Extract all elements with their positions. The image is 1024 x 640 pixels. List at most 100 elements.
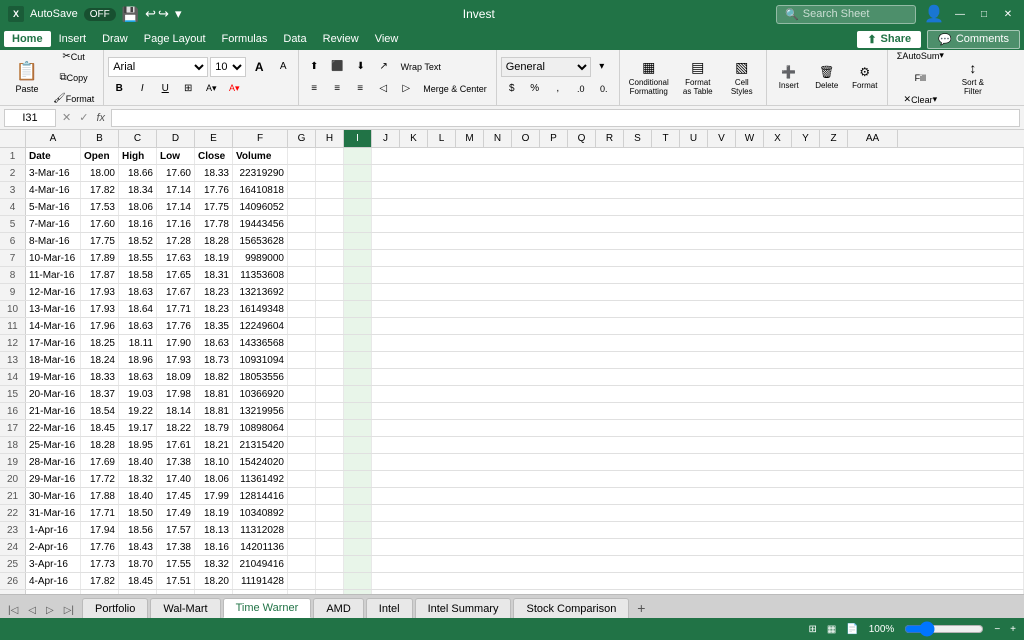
cell-F26[interactable]: 11191428 <box>233 573 288 589</box>
cell-F9[interactable]: 13213692 <box>233 284 288 300</box>
cell-B7[interactable]: 17.89 <box>81 250 119 266</box>
insert-btn[interactable]: ➕ Insert <box>771 56 807 100</box>
cell-I13[interactable] <box>344 352 372 368</box>
zoom-out-btn[interactable]: − <box>994 624 1000 635</box>
cell-G2[interactable] <box>288 165 316 181</box>
col-header-J[interactable]: J <box>372 130 400 147</box>
cell-B8[interactable]: 17.87 <box>81 267 119 283</box>
cell-F13[interactable]: 10931094 <box>233 352 288 368</box>
cell-C6[interactable]: 18.52 <box>119 233 157 249</box>
cell-B25[interactable]: 17.73 <box>81 556 119 572</box>
cell-B26[interactable]: 17.82 <box>81 573 119 589</box>
cell-E11[interactable]: 18.35 <box>195 318 233 334</box>
cell-I15[interactable] <box>344 386 372 402</box>
first-sheet-btn[interactable]: |◁ <box>4 603 22 618</box>
cell-F20[interactable]: 11361492 <box>233 471 288 487</box>
cell-A6[interactable]: 8-Mar-16 <box>26 233 81 249</box>
cell-G10[interactable] <box>288 301 316 317</box>
cell-C13[interactable]: 18.96 <box>119 352 157 368</box>
menu-formulas[interactable]: Formulas <box>214 31 276 47</box>
cell-B1[interactable]: Open <box>81 148 119 164</box>
cell-E8[interactable]: 18.31 <box>195 267 233 283</box>
cell-G21[interactable] <box>288 488 316 504</box>
bold-btn[interactable]: B <box>108 79 130 99</box>
redo-btn[interactable]: ↪ <box>158 6 169 22</box>
cell-A4[interactable]: 5-Mar-16 <box>26 199 81 215</box>
share-button[interactable]: ⬆ Share <box>857 31 921 48</box>
cell-H4[interactable] <box>316 199 344 215</box>
cell-H15[interactable] <box>316 386 344 402</box>
cell-D9[interactable]: 17.67 <box>157 284 195 300</box>
menu-insert[interactable]: Insert <box>51 31 95 47</box>
merge-center-btn[interactable]: Merge & Center <box>418 79 492 99</box>
cell-H9[interactable] <box>316 284 344 300</box>
cell-H7[interactable] <box>316 250 344 266</box>
cell-F24[interactable]: 14201136 <box>233 539 288 555</box>
next-sheet-btn[interactable]: ▷ <box>42 603 58 618</box>
col-header-D[interactable]: D <box>157 130 195 147</box>
col-header-E[interactable]: E <box>195 130 233 147</box>
cell-E20[interactable]: 18.06 <box>195 471 233 487</box>
cell-E17[interactable]: 18.79 <box>195 420 233 436</box>
cell-A5[interactable]: 7-Mar-16 <box>26 216 81 232</box>
cell-H3[interactable] <box>316 182 344 198</box>
fill-color-btn[interactable]: A▾ <box>200 79 222 99</box>
cell-B19[interactable]: 17.69 <box>81 454 119 470</box>
zoom-in-btn[interactable]: + <box>1010 624 1016 635</box>
cell-H22[interactable] <box>316 505 344 521</box>
cell-D10[interactable]: 17.71 <box>157 301 195 317</box>
decrease-decimal-btn[interactable]: 0. <box>593 79 615 99</box>
cell-G9[interactable] <box>288 284 316 300</box>
cell-H23[interactable] <box>316 522 344 538</box>
cell-C1[interactable]: High <box>119 148 157 164</box>
tab-time-warner[interactable]: Time Warner <box>223 598 312 618</box>
col-header-W[interactable]: W <box>736 130 764 147</box>
cell-E9[interactable]: 18.23 <box>195 284 233 300</box>
cell-C3[interactable]: 18.34 <box>119 182 157 198</box>
cell-A2[interactable]: 3-Mar-16 <box>26 165 81 181</box>
cell-C20[interactable]: 18.32 <box>119 471 157 487</box>
align-left-btn[interactable]: ≡ <box>303 79 325 99</box>
cell-E16[interactable]: 18.81 <box>195 403 233 419</box>
cell-B12[interactable]: 18.25 <box>81 335 119 351</box>
cell-H18[interactable] <box>316 437 344 453</box>
cell-D2[interactable]: 17.60 <box>157 165 195 181</box>
cell-A3[interactable]: 4-Mar-16 <box>26 182 81 198</box>
cell-styles-btn[interactable]: ▧ Cell Styles <box>722 56 762 100</box>
col-header-AA[interactable]: AA <box>848 130 898 147</box>
cell-F19[interactable]: 15424020 <box>233 454 288 470</box>
autosave-toggle[interactable]: OFF <box>84 8 116 21</box>
cell-G19[interactable] <box>288 454 316 470</box>
cell-I19[interactable] <box>344 454 372 470</box>
cell-A20[interactable]: 29-Mar-16 <box>26 471 81 487</box>
col-header-V[interactable]: V <box>708 130 736 147</box>
cell-I4[interactable] <box>344 199 372 215</box>
cell-A14[interactable]: 19-Mar-16 <box>26 369 81 385</box>
cell-G26[interactable] <box>288 573 316 589</box>
undo-btn[interactable]: ↩ <box>145 6 156 22</box>
border-btn[interactable]: ⊞ <box>177 79 199 99</box>
cell-D6[interactable]: 17.28 <box>157 233 195 249</box>
cell-G14[interactable] <box>288 369 316 385</box>
cell-A22[interactable]: 31-Mar-16 <box>26 505 81 521</box>
cell-H13[interactable] <box>316 352 344 368</box>
cell-B17[interactable]: 18.45 <box>81 420 119 436</box>
align-top-btn[interactable]: ⬆ <box>303 57 325 77</box>
autosum-btn[interactable]: Σ AutoSum ▾ <box>892 50 949 66</box>
cell-E26[interactable]: 18.20 <box>195 573 233 589</box>
format-as-table-btn[interactable]: ▤ Format as Table <box>676 56 720 100</box>
cell-name-box[interactable] <box>4 109 56 127</box>
increase-decimal-btn[interactable]: .0 <box>570 79 592 99</box>
menu-page-layout[interactable]: Page Layout <box>136 31 214 47</box>
increase-font-btn[interactable]: A <box>248 57 270 77</box>
cell-C23[interactable]: 18.56 <box>119 522 157 538</box>
cell-I25[interactable] <box>344 556 372 572</box>
cell-H10[interactable] <box>316 301 344 317</box>
cell-D12[interactable]: 17.90 <box>157 335 195 351</box>
font-color-btn[interactable]: A▾ <box>223 79 245 99</box>
cell-A27[interactable] <box>26 590 81 594</box>
cell-H5[interactable] <box>316 216 344 232</box>
cell-C18[interactable]: 18.95 <box>119 437 157 453</box>
cell-H16[interactable] <box>316 403 344 419</box>
cell-E18[interactable]: 18.21 <box>195 437 233 453</box>
